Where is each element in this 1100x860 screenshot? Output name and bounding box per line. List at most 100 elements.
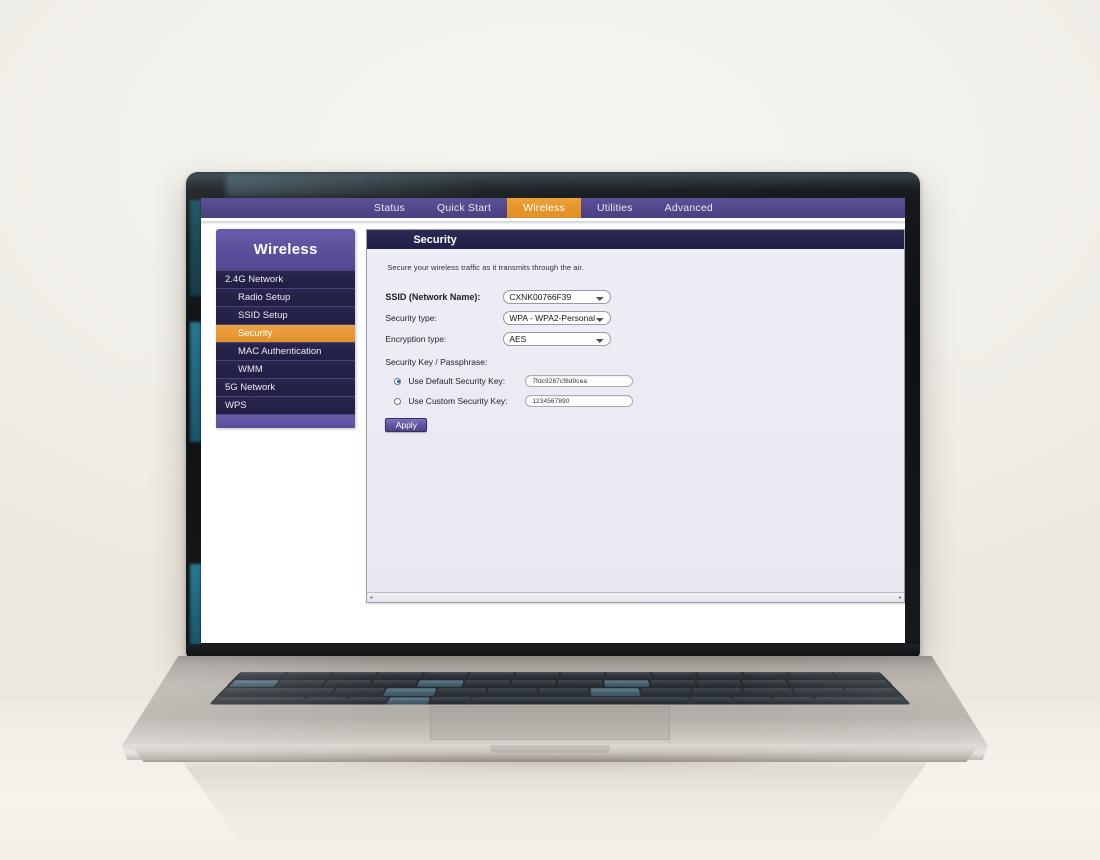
horizontal-scrollbar[interactable]: ◂ ▸	[367, 592, 904, 602]
key	[375, 672, 423, 679]
key	[741, 680, 791, 687]
ssid-select[interactable]: CXNK00766F39	[503, 290, 612, 304]
key-space	[470, 697, 692, 705]
key	[742, 672, 791, 679]
scroll-left-arrow-icon[interactable]: ◂	[369, 595, 372, 601]
default-key-input[interactable]: 7fdc9287cf8d9cea	[525, 375, 634, 387]
key	[814, 697, 909, 705]
content-panel: Security Secure your wireless traffic as…	[366, 229, 905, 603]
bezel-reflection	[190, 322, 201, 442]
key	[539, 688, 589, 696]
key	[793, 688, 848, 696]
key	[649, 680, 697, 687]
key	[275, 680, 326, 687]
key	[690, 697, 734, 705]
nav-tab-quick-start[interactable]: Quick Start	[421, 198, 507, 218]
key	[557, 680, 603, 687]
security-type-select[interactable]: WPA - WPA2-Personal	[503, 311, 612, 325]
keyboard-row	[234, 672, 887, 679]
sidebar-item-security[interactable]: Security	[216, 324, 356, 342]
key	[322, 680, 372, 687]
default-key-radio[interactable]	[394, 377, 402, 385]
key	[211, 697, 306, 705]
key	[844, 688, 900, 696]
apply-button[interactable]: Apply	[385, 418, 428, 432]
bezel-reflection	[190, 564, 201, 646]
ssid-label: SSID (Network Name):	[385, 292, 481, 302]
nav-tab-wireless[interactable]: Wireless	[507, 198, 581, 218]
key	[510, 680, 556, 687]
security-type-label: Security type:	[385, 313, 437, 323]
key	[742, 688, 796, 696]
security-key-section-label: Security Key / Passphrase:	[385, 357, 488, 367]
key	[787, 680, 892, 687]
keyboard	[208, 672, 912, 705]
field-row-security-type: Security type: WPA - WPA2-Personal	[385, 311, 904, 325]
key	[560, 672, 606, 679]
key	[514, 672, 559, 679]
sidebar-item-mac-authentication[interactable]: MAC Authentication	[216, 342, 356, 360]
sidebar-item-wmm[interactable]: WMM	[216, 360, 356, 378]
main-navbar: Status Quick Start Wireless Utilities Ad…	[201, 198, 905, 218]
custom-key-radio[interactable]	[394, 397, 402, 405]
keyboard-row	[217, 688, 903, 696]
sidebar: Wireless 2.4G Network Radio Setup SSID S…	[216, 229, 356, 428]
laptop-screen: Status Quick Start Wireless Utilities Ad…	[201, 198, 905, 643]
key	[697, 672, 745, 679]
key	[383, 688, 436, 696]
sidebar-item-wps[interactable]: WPS	[216, 396, 356, 414]
key	[220, 688, 335, 696]
key	[331, 688, 386, 696]
sidebar-item-radio-setup[interactable]: Radio Setup	[216, 288, 356, 306]
nav-tab-utilities[interactable]: Utilities	[581, 198, 649, 218]
bezel-glare-highlight	[226, 174, 556, 196]
key	[773, 697, 819, 705]
laptop-lid: Status Quick Start Wireless Utilities Ad…	[186, 172, 920, 648]
laptop-hinge	[186, 644, 920, 658]
keyboard-row	[226, 680, 895, 687]
custom-key-label: Use Custom Security Key:	[408, 396, 508, 406]
content-header-title: Security	[367, 230, 904, 249]
scroll-right-arrow-icon[interactable]: ▸	[899, 595, 902, 601]
default-key-row: Use Default Security Key: 7fdc9287cf8d9c…	[385, 375, 904, 387]
navbar-spacer	[201, 198, 358, 218]
sidebar-item-24g-network[interactable]: 2.4G Network	[216, 270, 356, 288]
key	[435, 688, 487, 696]
key	[833, 672, 884, 679]
custom-key-row: Use Custom Security Key: 1234567890	[385, 395, 904, 407]
sidebar-item-5g-network[interactable]: 5G Network	[216, 378, 356, 396]
nav-tab-advanced[interactable]: Advanced	[649, 198, 729, 218]
custom-key-input[interactable]: 1234567890	[525, 395, 634, 407]
key	[228, 680, 280, 687]
encryption-type-label: Encryption type:	[385, 334, 447, 344]
default-key-label: Use Default Security Key:	[408, 376, 506, 386]
sidebar-item-ssid-setup[interactable]: SSID Setup	[216, 306, 356, 324]
key	[606, 672, 652, 679]
key	[329, 672, 378, 679]
laptop: Status Quick Start Wireless Utilities Ad…	[0, 0, 1100, 860]
sidebar-footer-cap	[216, 414, 356, 428]
key	[603, 680, 650, 687]
nav-tab-status[interactable]: Status	[358, 198, 421, 218]
key	[732, 697, 776, 705]
content-body: Secure your wireless traffic as it trans…	[367, 249, 904, 592]
bezel-reflection	[190, 200, 201, 296]
key	[283, 672, 332, 679]
key	[369, 680, 418, 687]
key	[691, 688, 745, 696]
encryption-type-select[interactable]: AES	[503, 332, 612, 346]
sidebar-title: Wireless	[216, 229, 356, 270]
key	[651, 672, 698, 679]
key	[416, 680, 464, 687]
key	[695, 680, 744, 687]
key	[590, 688, 641, 696]
laptop-base-notch	[490, 745, 610, 753]
key	[463, 680, 510, 687]
laptop-reflection	[182, 762, 928, 852]
key	[386, 697, 430, 705]
keyboard-row	[209, 697, 912, 705]
key	[344, 697, 388, 705]
key	[468, 672, 514, 679]
field-row-encryption-type: Encryption type: AES	[385, 332, 904, 346]
key	[788, 672, 837, 679]
